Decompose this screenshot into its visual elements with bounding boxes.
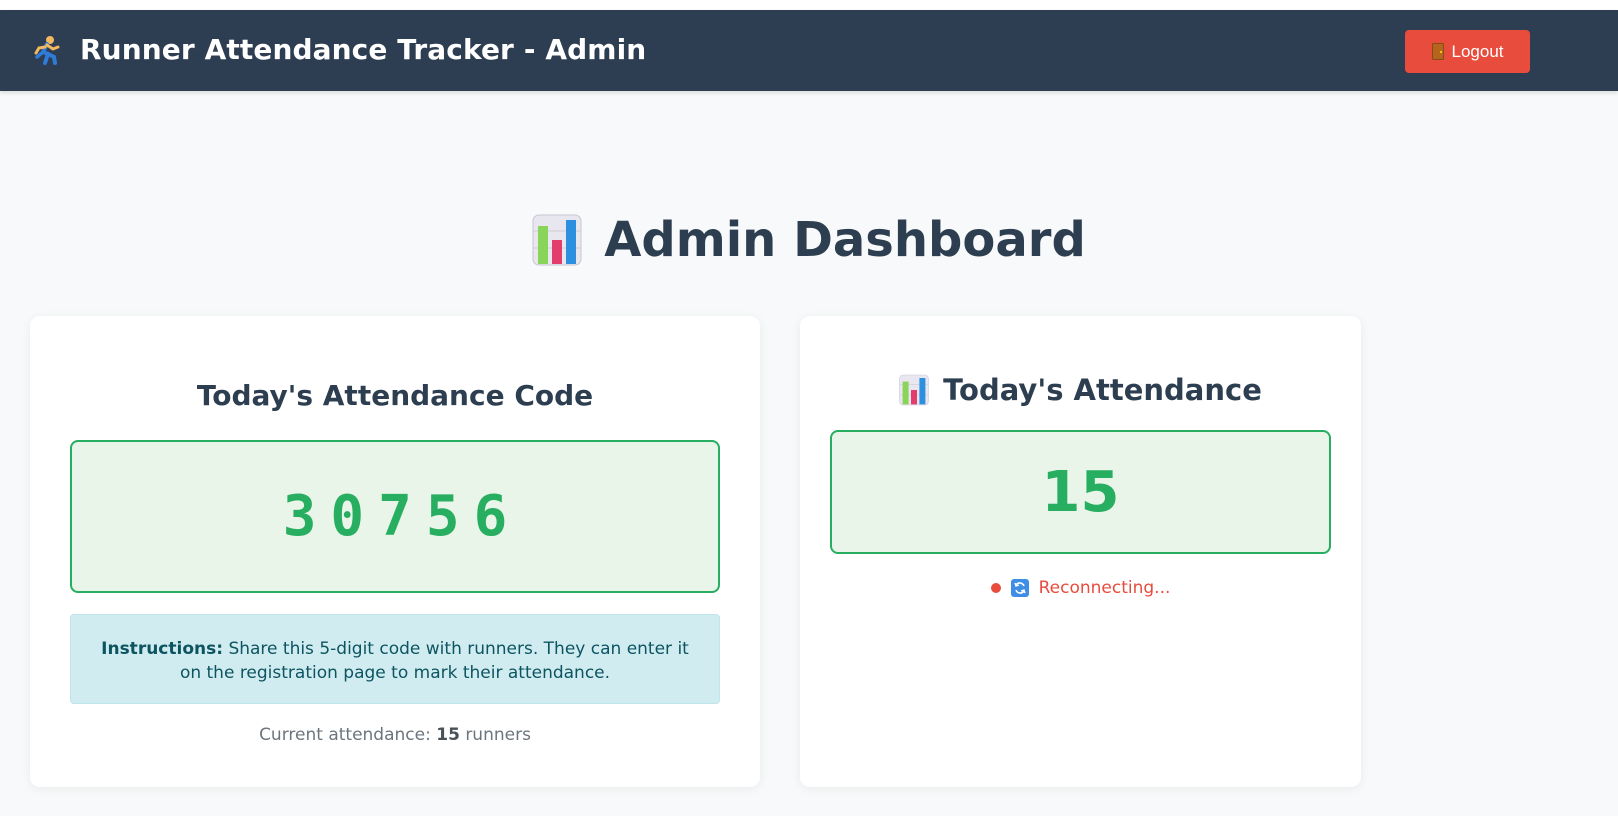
instructions-text: Share this 5-digit code with runners. Th… [179,639,689,683]
runner-icon [33,35,61,65]
attendance-card-title: Today's Attendance [943,373,1262,407]
current-attendance-prefix: Current attendance: [259,725,431,745]
app-title: Runner Attendance Tracker - Admin [80,33,647,66]
bar-chart-icon [532,214,582,266]
connection-status: Reconnecting... [800,575,1361,601]
attendance-card-heading: Today's Attendance [800,372,1361,408]
door-icon [1431,43,1444,60]
attendance-count-display: 15 [830,430,1331,554]
attendance-count: 15 [1041,459,1120,525]
page-title: Admin Dashboard [604,212,1086,268]
logout-label: Logout [1451,41,1504,61]
top-strip [0,0,1618,10]
page-heading: Admin Dashboard [0,210,1618,270]
logout-button[interactable]: Logout [1405,30,1530,73]
bar-chart-icon [899,374,929,406]
code-card-title: Today's Attendance Code [196,379,594,412]
current-attendance: Current attendance: 15 runners [30,725,760,745]
navbar: Runner Attendance Tracker - Admin Logout [0,10,1618,91]
current-attendance-count: 15 [436,725,460,745]
current-attendance-suffix: runners [465,725,531,745]
refresh-icon [1010,579,1029,597]
instructions-label: Instructions: [101,639,224,659]
instructions-alert: Instructions: Share this 5-digit code wi… [70,614,720,704]
code-display: 30756 [70,440,720,593]
attendance-code: 30756 [282,484,522,549]
todays-attendance-card: Today's Attendance 15 Reconnecting... [800,316,1361,787]
status-text: Reconnecting... [1038,578,1171,598]
attendance-code-card: Today's Attendance Code 30756 Instructio… [30,316,760,787]
status-dot-icon [990,583,1001,593]
